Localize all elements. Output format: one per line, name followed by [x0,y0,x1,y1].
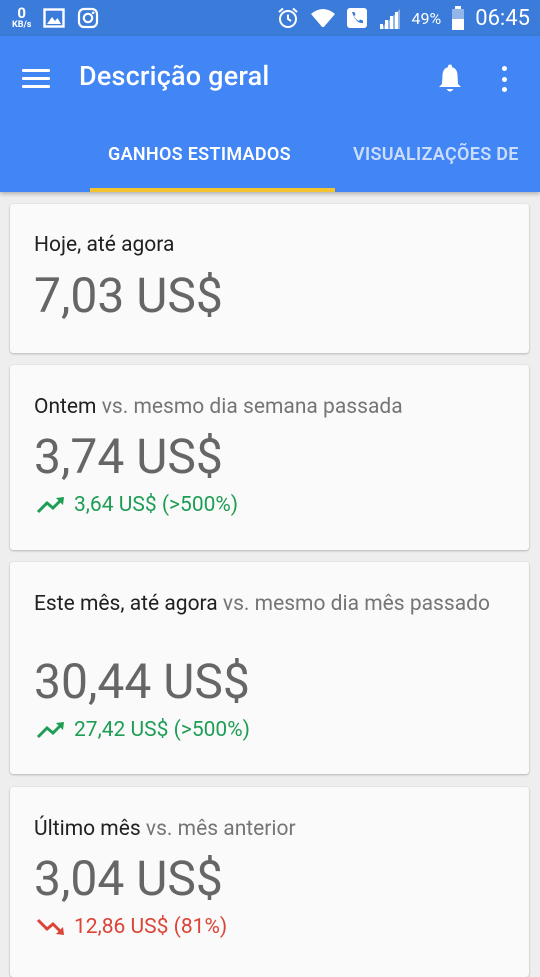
status-bar-left: 0 KB/s [12,0,99,36]
card-label: Hoje, até agora [34,231,504,259]
card-yesterday[interactable]: Ontem vs. mesmo dia semana passada 3,74 … [10,365,529,550]
card-label-comparison: vs. mesmo dia mês passado [222,592,490,616]
battery-icon [452,6,465,30]
card-label-comparison: vs. mesmo dia semana passada [101,395,403,419]
instagram-icon [78,7,99,29]
card-label-primary: Ontem [34,395,97,419]
more-vert-icon[interactable] [492,66,516,92]
card-label: Último mês vs. mês anterior [34,815,504,843]
tab-indicator [90,188,335,192]
clock: 06:45 [475,5,530,31]
phone-icon [346,8,367,28]
page-title: Descrição geral [79,60,270,92]
card-today[interactable]: Hoje, até agora 7,03 US$ [10,204,529,353]
network-speed-value: 0 [17,4,27,22]
card-label-comparison: vs. mês anterior [145,817,296,841]
tab-visualizacoes[interactable]: VISUALIZAÇÕES DE [353,144,519,165]
alarm-icon [277,7,298,28]
card-label: Este mês, até agora vs. mesmo dia mês pa… [34,590,504,618]
card-amount: 3,74 US$ [34,428,223,485]
signal-icon [379,9,400,29]
menu-icon[interactable] [22,69,50,89]
trending-up-icon [36,722,64,739]
card-label-primary: Este mês, até agora [34,592,218,616]
card-change: 12,86 US$ (81%) [36,915,227,939]
card-change-value: 12,86 US$ (81%) [74,915,228,939]
network-speed: 0 KB/s [12,6,31,30]
tab-ganhos-estimados[interactable]: GANHOS ESTIMADOS [108,144,291,165]
app-bar: Descrição geral GANHOS ESTIMADOS VISUALI… [0,36,540,192]
image-icon [43,8,66,28]
card-change: 27,42 US$ (>500%) [36,718,250,742]
status-bar-right: 49% 06:45 [276,0,530,36]
card-change-value: 3,64 US$ (>500%) [74,493,239,517]
card-last-month[interactable]: Último mês vs. mês anterior 3,04 US$ 12,… [10,787,529,977]
card-amount: 30,44 US$ [34,653,250,710]
card-change-value: 27,42 US$ (>500%) [74,718,250,742]
bell-icon[interactable] [437,64,463,94]
card-label: Ontem vs. mesmo dia semana passada [34,393,504,421]
status-bar: 0 KB/s 49% 06:45 [0,0,540,36]
card-amount: 7,03 US$ [34,267,223,324]
battery-percent: 49% [411,8,442,28]
card-label-primary: Último mês [34,817,141,841]
trending-up-icon [36,497,64,514]
card-change: 3,64 US$ (>500%) [36,493,238,517]
card-this-month[interactable]: Este mês, até agora vs. mesmo dia mês pa… [10,562,529,774]
card-label-primary: Hoje, até agora [34,233,175,257]
network-speed-unit: KB/s [12,20,32,30]
trending-down-icon [36,918,64,935]
wifi-icon [310,9,335,30]
card-amount: 3,04 US$ [34,850,223,907]
